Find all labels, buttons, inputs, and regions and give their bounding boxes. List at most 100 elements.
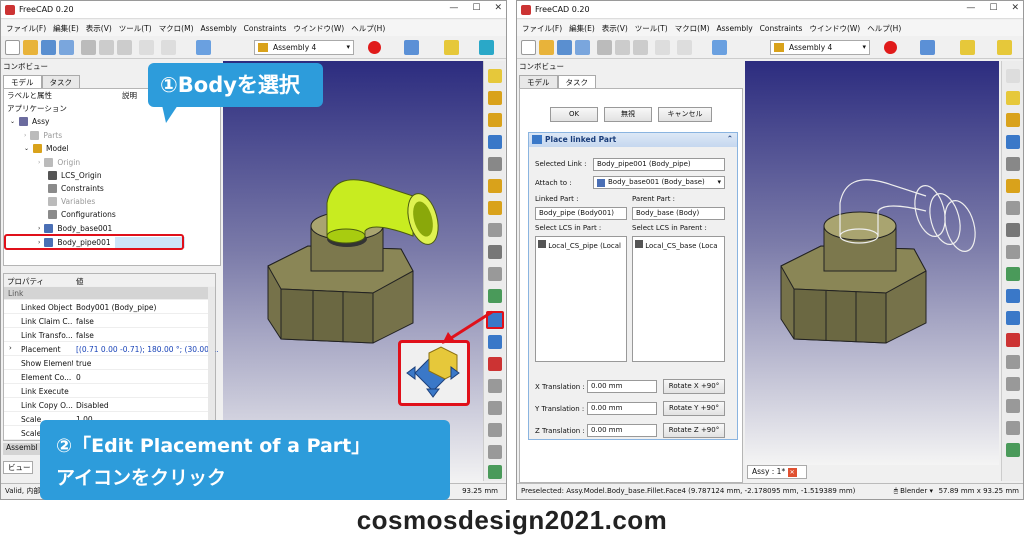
menu-tools[interactable]: ツール(T) <box>635 23 668 34</box>
release-part-icon[interactable] <box>1006 311 1020 325</box>
rotate-z-button[interactable]: Rotate Z +90° <box>663 423 725 438</box>
new-body-icon[interactable] <box>1006 91 1020 105</box>
cancel-button[interactable]: キャンセル <box>658 107 712 122</box>
new-model-icon[interactable] <box>488 69 502 83</box>
variables-icon[interactable] <box>1006 399 1020 413</box>
ignore-button[interactable]: 無視 <box>604 107 652 122</box>
print-icon[interactable] <box>59 40 74 55</box>
attach-to-select[interactable]: Body_base001 (Body_base) ▾ <box>593 176 725 189</box>
tree-row-constraints[interactable]: Constraints <box>48 182 104 195</box>
workbench-selector[interactable]: Assembly 4 ▾ <box>770 40 870 55</box>
menu-file[interactable]: ファイル(F) <box>6 23 46 34</box>
tab-model[interactable]: モデル <box>3 75 42 89</box>
chevron-down-icon[interactable]: ⌄ <box>10 118 15 125</box>
tree-row-parts[interactable]: › Parts <box>24 129 62 142</box>
menu-help[interactable]: ヘルプ(H) <box>867 23 901 34</box>
cut-icon[interactable] <box>597 40 612 55</box>
edit-placement-icon[interactable] <box>1006 289 1020 303</box>
menu-constraints[interactable]: Constraints <box>244 24 287 33</box>
tree-row-model[interactable]: ⌄ Model <box>24 142 69 155</box>
animate-icon[interactable] <box>1006 333 1020 347</box>
print-icon[interactable] <box>575 40 590 55</box>
lcs-part-list[interactable]: Local_CS_pipe (Local <box>535 236 627 362</box>
save-icon[interactable] <box>557 40 572 55</box>
tab-view[interactable]: ビュー <box>3 461 33 474</box>
tab-task[interactable]: タスク <box>41 75 80 89</box>
menu-edit[interactable]: 編集(E) <box>569 23 595 34</box>
maximize-icon[interactable]: ☐ <box>989 3 997 13</box>
property-row-placement[interactable]: › Placement [(0.71 0.00 -0.71); 180.00 °; … <box>4 343 218 356</box>
property-row[interactable]: Show Element true <box>4 357 215 370</box>
undo-icon[interactable] <box>139 40 154 55</box>
ok-button[interactable]: OK <box>550 107 598 122</box>
parent-part-field[interactable]: Body_base (Body) <box>632 207 725 220</box>
explode-icon[interactable] <box>1006 355 1020 369</box>
property-group-assembly[interactable]: Assembl <box>3 443 43 455</box>
close-icon[interactable]: ✕ <box>494 3 502 13</box>
part-icon[interactable] <box>444 40 459 55</box>
lcs-icon[interactable] <box>1006 179 1020 193</box>
menu-file[interactable]: ファイル(F) <box>522 23 562 34</box>
folder-icon[interactable] <box>488 135 502 149</box>
paste-icon[interactable] <box>633 40 648 55</box>
redo-icon[interactable] <box>677 40 692 55</box>
plane-icon[interactable] <box>1006 245 1020 259</box>
redo-icon[interactable] <box>161 40 176 55</box>
scrollbar[interactable] <box>208 287 215 437</box>
document-tab[interactable]: Assy : 1* ✕ <box>747 465 807 479</box>
property-group[interactable]: Link <box>4 287 215 300</box>
property-row[interactable]: Link Claim C... false <box>4 315 215 328</box>
property-row[interactable]: Element Co... 0 <box>4 371 215 384</box>
maximize-icon[interactable]: ☐ <box>472 3 480 13</box>
formula-icon[interactable] <box>1006 421 1020 435</box>
lcs-icon[interactable] <box>488 201 502 215</box>
animate-icon[interactable] <box>488 357 502 371</box>
copy-icon[interactable] <box>615 40 630 55</box>
menu-assembly[interactable]: Assembly <box>717 24 753 33</box>
datum-icon[interactable] <box>488 223 502 237</box>
copy-icon[interactable] <box>99 40 114 55</box>
tree-row-origin[interactable]: › Origin <box>38 156 80 169</box>
close-tab-icon[interactable]: ✕ <box>787 468 797 477</box>
tab-model[interactable]: モデル <box>519 75 558 89</box>
variables-icon[interactable] <box>488 423 502 437</box>
x-translation-input[interactable]: 0.00 mm <box>587 380 657 393</box>
rotate-x-button[interactable]: Rotate X +90° <box>663 379 725 394</box>
property-row[interactable]: Linked Object Body001 (Body_pipe) <box>4 301 215 314</box>
explode-icon[interactable] <box>488 379 502 393</box>
bom-icon[interactable] <box>1006 377 1020 391</box>
tree-row-application[interactable]: アプリケーション <box>7 102 67 115</box>
property-row[interactable]: Link Copy O... Disabled <box>4 399 215 412</box>
z-translation-input[interactable]: 0.00 mm <box>587 424 657 437</box>
update-icon[interactable] <box>1006 443 1020 457</box>
menu-constraints[interactable]: Constraints <box>760 24 803 33</box>
minimize-icon[interactable]: — <box>966 3 975 13</box>
y-translation-input[interactable]: 0.00 mm <box>587 402 657 415</box>
selected-link-field[interactable]: Body_pipe001 (Body_pipe) <box>593 158 725 171</box>
cut-icon[interactable] <box>81 40 96 55</box>
collapse-icon[interactable]: ⌃ <box>727 134 733 143</box>
new-part-icon[interactable] <box>488 113 502 127</box>
tree-row-lcs-origin[interactable]: LCS_Origin <box>48 169 102 182</box>
paste-icon[interactable] <box>117 40 132 55</box>
part-icon[interactable] <box>960 40 975 55</box>
chevron-down-icon[interactable]: ⌄ <box>24 145 29 152</box>
plane-icon[interactable] <box>488 267 502 281</box>
import-icon[interactable] <box>1006 267 1020 281</box>
chevron-right-icon[interactable]: › <box>24 132 26 139</box>
whats-this-icon[interactable] <box>712 40 727 55</box>
property-row[interactable]: Link Transfo... false <box>4 329 215 342</box>
linked-part-field[interactable]: Body_pipe (Body001) <box>535 207 627 220</box>
insert-link-icon[interactable] <box>488 157 502 171</box>
axis-icon[interactable] <box>488 245 502 259</box>
rotate-y-button[interactable]: Rotate Y +90° <box>663 401 725 416</box>
tree-row-assy[interactable]: ⌄ Assy <box>10 115 49 128</box>
chevron-right-icon[interactable]: › <box>9 344 12 352</box>
chevron-right-icon[interactable]: › <box>38 159 40 166</box>
open-folder-icon[interactable] <box>23 40 38 55</box>
menu-window[interactable]: ウインドウ(W) <box>293 23 344 34</box>
new-part-icon[interactable] <box>1006 113 1020 127</box>
menu-view[interactable]: 表示(V) <box>86 23 112 34</box>
import-icon[interactable] <box>488 289 502 303</box>
record-macro-icon[interactable] <box>884 41 897 54</box>
